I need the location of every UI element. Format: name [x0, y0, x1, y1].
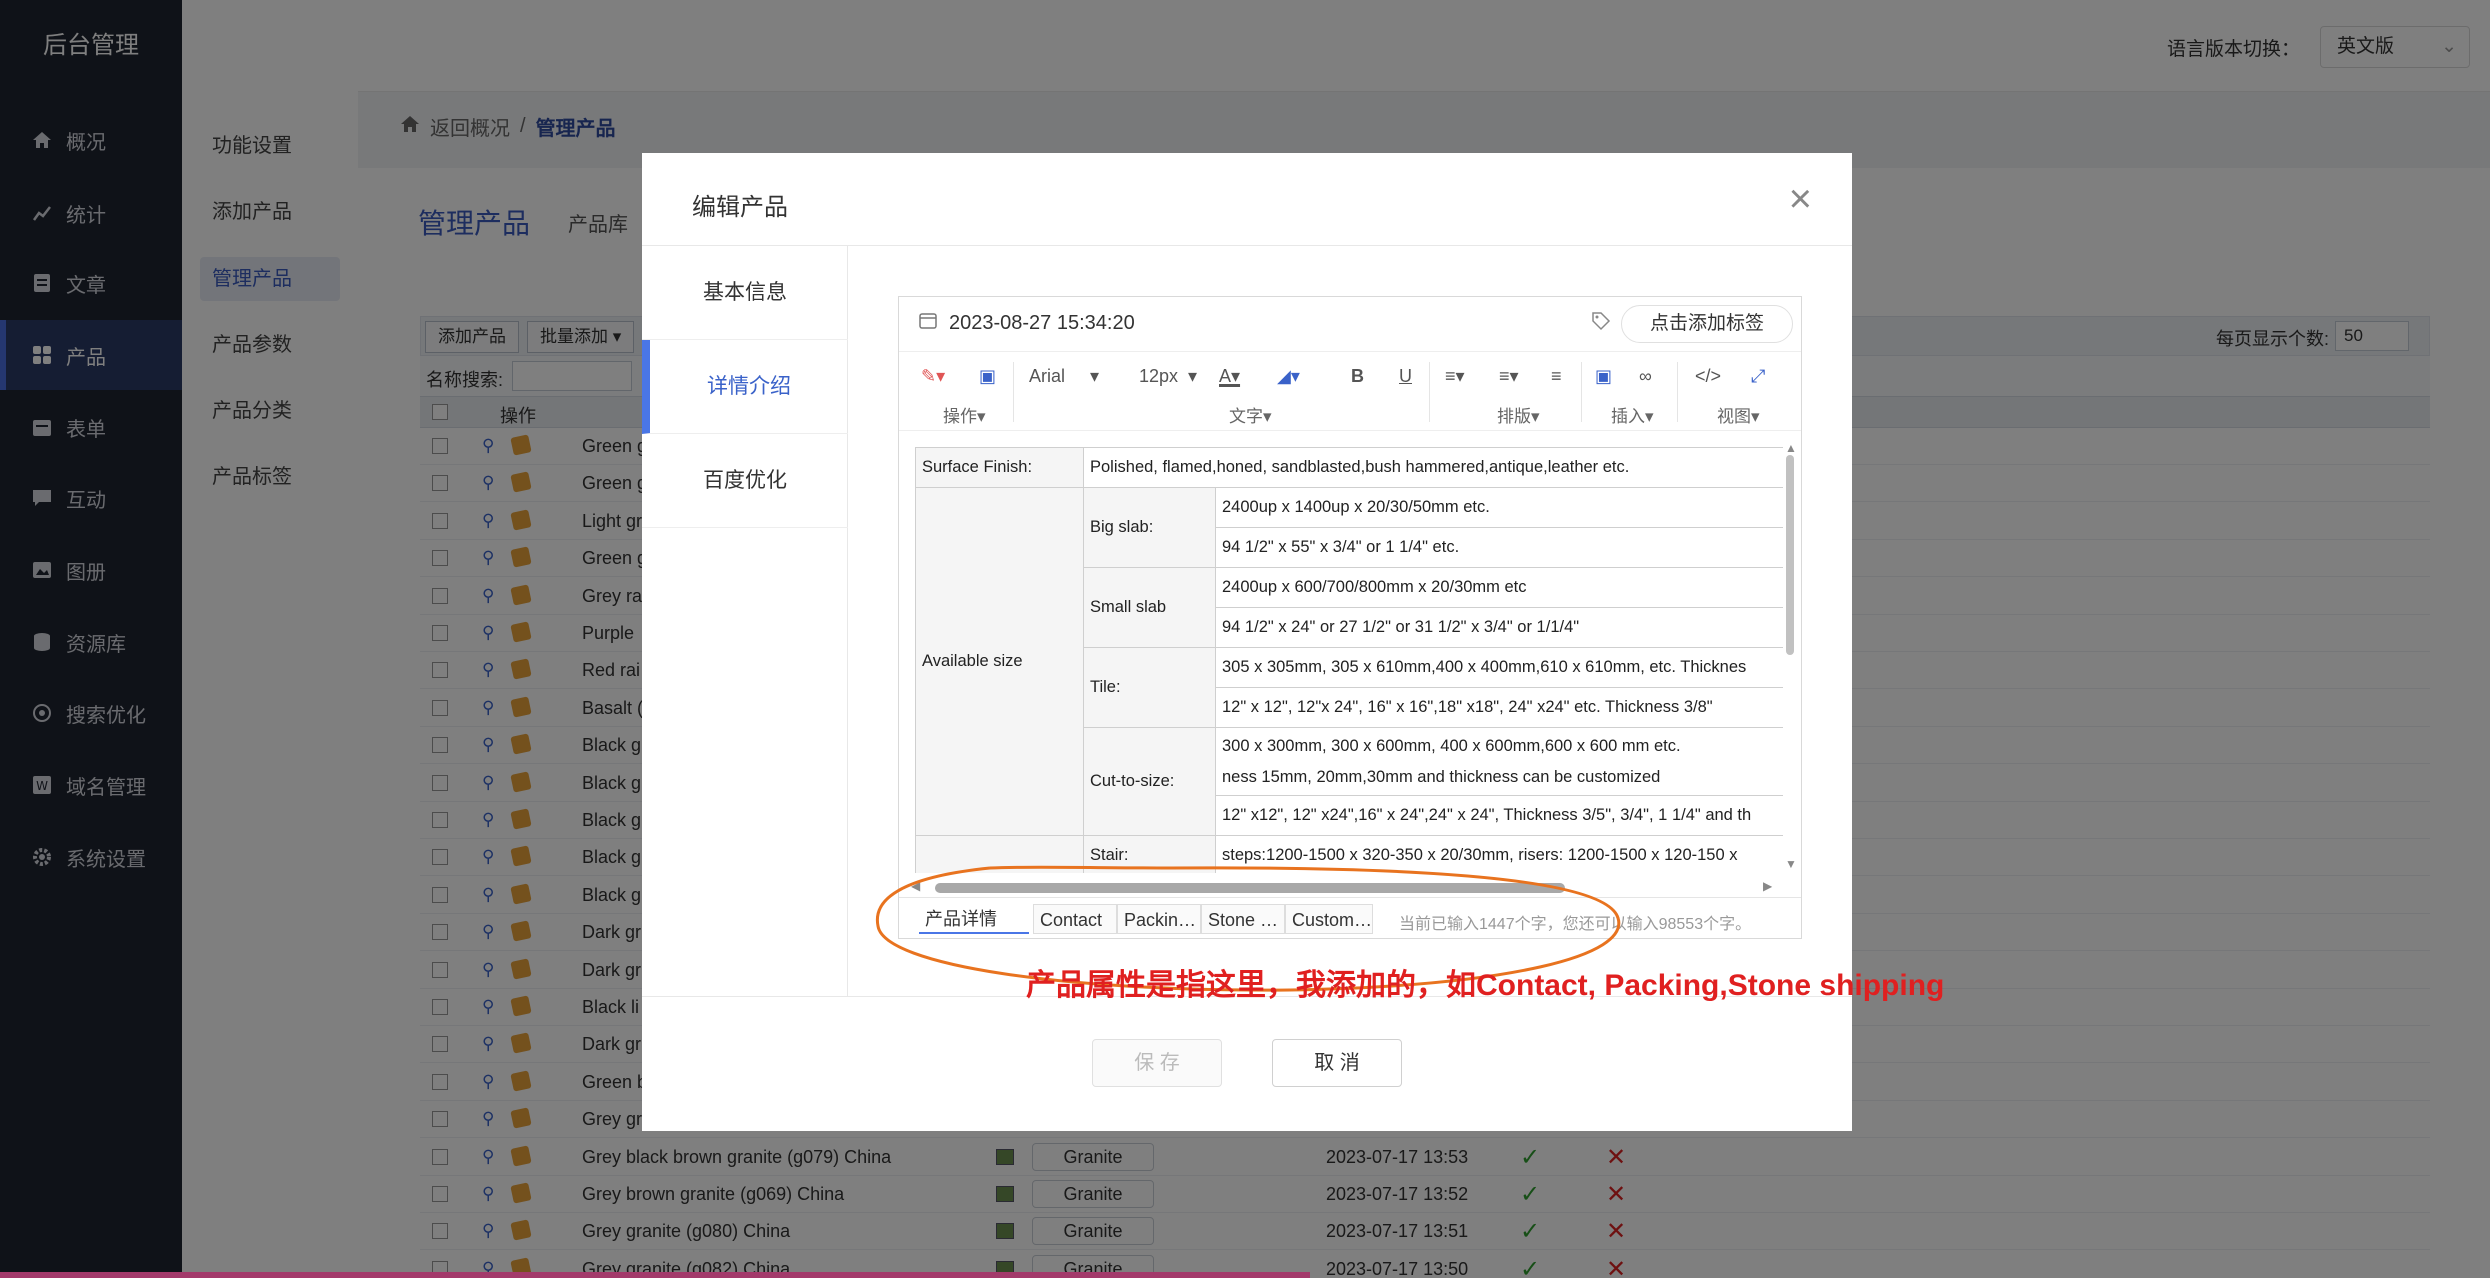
tab-baidu-seo[interactable]: 百度优化	[642, 434, 848, 528]
font-family-value: Arial	[1029, 366, 1066, 386]
font-color-icon[interactable]: A▾	[1219, 366, 1240, 387]
cut-to-size-value: 12" x12", 12" x24",16" x 24",24" x 24", …	[1215, 795, 1783, 836]
save-button[interactable]: 保 存	[1092, 1039, 1222, 1087]
editor-date-text: 2023-08-27 15:34:20	[949, 311, 1135, 334]
cut-to-size-label: Cut-to-size:	[1083, 727, 1216, 836]
rich-text-editor: 2023-08-27 15:34:20 点击添加标签 ✎▾ ▣ 操作▾ Aria…	[898, 296, 1802, 939]
fullscreen-icon[interactable]: ⤢	[1751, 366, 1765, 387]
vertical-scrollbar[interactable]: ▲ ▼	[1783, 441, 1797, 873]
cut-to-size-value: 300 x 300mm, 300 x 600mm, 400 x 600mm,60…	[1215, 727, 1783, 796]
toolbar-group-text[interactable]: 文字▾	[1229, 402, 1272, 427]
big-slab-label: Big slab:	[1083, 487, 1216, 568]
divider	[1429, 362, 1430, 422]
link-icon[interactable]: ∞	[1639, 366, 1652, 387]
close-icon[interactable]: ×	[1789, 179, 1812, 219]
tile-value: 305 x 305mm, 305 x 610mm,400 x 400mm,610…	[1215, 647, 1783, 688]
big-slab-value: 94 1/2" x 55" x 3/4" or 1 1/4" etc.	[1215, 527, 1783, 568]
align-icon[interactable]: ≡▾	[1445, 366, 1465, 387]
format-icon[interactable]: ▣	[979, 366, 996, 387]
group-label: 操作	[943, 407, 977, 426]
group-label: 排版	[1497, 407, 1531, 426]
calendar-icon	[919, 311, 937, 335]
scrollbar-thumb[interactable]	[1786, 455, 1794, 655]
toolbar-group-view[interactable]: 视图▾	[1717, 402, 1760, 427]
font-family-select[interactable]: Arial ▾	[1029, 366, 1099, 387]
code-icon[interactable]: </>	[1695, 366, 1721, 387]
list-icon[interactable]: ≡	[1551, 366, 1562, 387]
cancel-button[interactable]: 取 消	[1272, 1039, 1402, 1087]
group-label: 文字	[1229, 407, 1263, 426]
toolbar-group-insert[interactable]: 插入▾	[1611, 402, 1654, 427]
surface-finish-value: Polished, flamed,honed, sandblasted,bush…	[1083, 447, 1783, 488]
tab-details[interactable]: 详情介绍	[642, 340, 848, 434]
highlight-icon[interactable]: ◢▾	[1277, 366, 1300, 387]
font-size-select[interactable]: 12px ▾	[1139, 366, 1197, 387]
toolbar-group-operations[interactable]: 操作▾	[943, 402, 986, 427]
scroll-right-icon[interactable]: ▶	[1763, 879, 1772, 893]
cut-to-size-line: ness 15mm, 20mm,30mm and thickness can b…	[1222, 767, 1661, 786]
divider	[1677, 362, 1678, 422]
spec-table: Surface Finish: Polished, flamed,honed, …	[915, 447, 1783, 873]
small-slab-label: Small slab	[1083, 567, 1216, 648]
bottom-progress-bar	[0, 1272, 1310, 1278]
editor-date: 2023-08-27 15:34:20	[919, 311, 1135, 335]
eraser-icon[interactable]: ✎▾	[921, 366, 945, 387]
available-size-label: Available size	[915, 487, 1084, 836]
small-slab-value: 2400up x 600/700/800mm x 20/30mm etc	[1215, 567, 1783, 608]
dialog-tabs: 基本信息 详情介绍 百度优化	[642, 246, 848, 996]
image-icon[interactable]: ▣	[1595, 366, 1612, 387]
tab-basic-info[interactable]: 基本信息	[642, 246, 848, 340]
tile-label: Tile:	[1083, 647, 1216, 728]
big-slab-value: 2400up x 1400up x 20/30/50mm etc.	[1215, 487, 1783, 528]
indent-icon[interactable]: ≡▾	[1499, 366, 1519, 387]
tile-value: 12" x 12", 12"x 24", 16" x 16",18" x18",…	[1215, 687, 1783, 728]
group-label: 视图	[1717, 407, 1751, 426]
cut-to-size-line: 300 x 300mm, 300 x 600mm, 400 x 600mm,60…	[1222, 736, 1681, 755]
annotation-text: 产品属性是指这里，我添加的，如Contact, Packing,Stone sh…	[1026, 969, 1945, 1002]
editor-toolbar: ✎▾ ▣ 操作▾ Arial ▾ 12px ▾ A▾ ◢▾ B U 文字▾ ≡▾…	[899, 351, 1801, 431]
bold-icon[interactable]: B	[1351, 366, 1364, 387]
add-tag-button[interactable]: 点击添加标签	[1621, 305, 1793, 343]
scroll-down-icon[interactable]: ▼	[1785, 857, 1797, 871]
divider	[1581, 362, 1582, 422]
surface-finish-label: Surface Finish:	[915, 447, 1084, 488]
toolbar-group-layout[interactable]: 排版▾	[1497, 402, 1540, 427]
scroll-up-icon[interactable]: ▲	[1785, 441, 1797, 455]
font-size-value: 12px	[1139, 366, 1179, 386]
editor-content[interactable]: Surface Finish: Polished, flamed,honed, …	[915, 447, 1783, 873]
dialog-title: 编辑产品	[692, 194, 788, 221]
underline-icon[interactable]: U	[1399, 366, 1412, 387]
small-slab-value: 94 1/2" x 24" or 27 1/2" or 31 1/2" x 3/…	[1215, 607, 1783, 648]
divider	[1013, 362, 1014, 422]
tag-icon	[1591, 311, 1611, 337]
group-label: 插入	[1611, 407, 1645, 426]
